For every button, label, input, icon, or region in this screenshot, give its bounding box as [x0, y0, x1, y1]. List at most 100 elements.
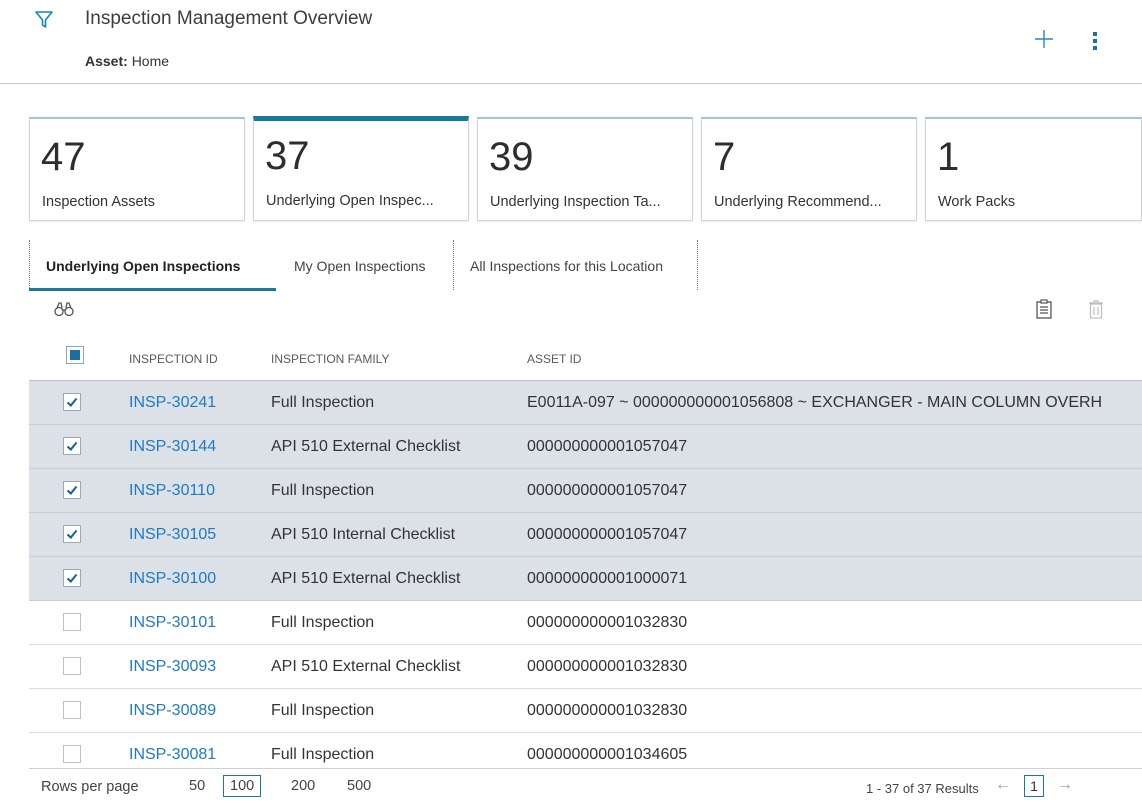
inspection-family-cell: Full Inspection — [271, 394, 375, 411]
card-work-packs[interactable]: 1 Work Packs — [925, 117, 1142, 221]
inspection-family-cell: API 510 External Checklist — [271, 438, 461, 455]
asset-id-cell: 000000000001032830 — [527, 658, 688, 675]
clipboard-icon[interactable] — [1036, 299, 1052, 319]
tab-my-open-inspections[interactable]: My Open Inspections — [294, 238, 426, 290]
card-label: Inspection Assets — [42, 194, 155, 210]
current-page-number[interactable]: 1 — [1024, 775, 1044, 797]
asset-id-cell: 000000000001057047 — [527, 438, 688, 455]
asset-id-cell: 000000000001057047 — [527, 526, 688, 543]
card-label: Work Packs — [938, 194, 1016, 210]
checkmark-icon — [66, 573, 78, 583]
checkmark-icon — [66, 397, 78, 407]
asset-label: Asset: — [85, 53, 128, 69]
card-value: 7 — [713, 135, 736, 179]
find-binoculars-icon[interactable] — [54, 301, 74, 317]
inspection-family-cell: API 510 Internal Checklist — [271, 526, 456, 543]
table-row[interactable]: INSP-30089 Full Inspection 000000000001032… — [29, 689, 1142, 733]
inspection-id-link[interactable]: INSP-30241 — [129, 394, 216, 412]
next-page-arrow-icon[interactable]: → — [1057, 776, 1073, 794]
inspection-id-link[interactable]: INSP-30100 — [129, 570, 216, 588]
inspection-id-link[interactable]: INSP-30089 — [129, 702, 216, 720]
row-checkbox[interactable] — [63, 393, 81, 411]
checkmark-icon — [66, 529, 78, 539]
inspection-family-cell: API 510 External Checklist — [271, 658, 461, 675]
active-tab-indicator — [29, 288, 276, 291]
inspection-family-cell: Full Inspection — [271, 614, 375, 631]
card-inspection-assets[interactable]: 47 Inspection Assets — [29, 117, 245, 221]
summary-cards: 47 Inspection Assets 37 Underlying Open … — [29, 116, 1142, 221]
table-row[interactable]: INSP-30101 Full Inspection 000000000001032… — [29, 601, 1142, 645]
table-body: INSP-30241 Full Inspection E0011A-097 ~ 00… — [29, 381, 1142, 777]
asset-id-cell: 000000000001032830 — [527, 614, 688, 631]
card-underlying-inspection-tasks[interactable]: 39 Underlying Inspection Ta... — [477, 117, 693, 221]
asset-id-cell: 000000000001034605 — [527, 746, 688, 763]
inspection-id-link[interactable]: INSP-30101 — [129, 614, 216, 632]
card-label: Underlying Open Inspec... — [266, 193, 434, 209]
table-row[interactable]: INSP-30144 API 510 External Checklist 0000… — [29, 425, 1142, 469]
card-underlying-recommendations[interactable]: 7 Underlying Recommend... — [701, 117, 917, 221]
select-all-checkbox[interactable] — [66, 346, 84, 364]
asset-id-cell: E0011A-097 ~ 000000000001056808 ~ EXCHAN… — [527, 394, 1103, 411]
row-checkbox[interactable] — [63, 745, 81, 763]
card-value: 37 — [265, 134, 310, 178]
tab-divider — [453, 240, 454, 290]
asset-value: Home — [131, 53, 170, 69]
row-checkbox[interactable] — [63, 525, 81, 543]
tab-divider — [29, 240, 30, 290]
asset-id-cell: 000000000001000071 — [527, 570, 688, 587]
inspection-id-link[interactable]: INSP-30144 — [129, 438, 216, 456]
inspection-id-link[interactable]: INSP-30110 — [129, 482, 215, 500]
card-value: 47 — [41, 135, 86, 179]
filter-icon[interactable] — [35, 11, 53, 29]
add-icon[interactable] — [1032, 27, 1056, 51]
more-options-icon[interactable] — [1085, 30, 1105, 52]
table-row[interactable]: INSP-30110 Full Inspection 000000000001057… — [29, 469, 1142, 513]
card-label: Underlying Inspection Ta... — [490, 194, 661, 210]
page-title: Inspection Management Overview — [85, 8, 373, 29]
card-value: 1 — [937, 135, 960, 179]
checkmark-icon — [66, 441, 78, 451]
row-checkbox[interactable] — [63, 481, 81, 499]
row-checkbox[interactable] — [63, 437, 81, 455]
asset-id-cell: 000000000001032830 — [527, 702, 688, 719]
rows-per-page-option-50[interactable]: 50 — [189, 778, 205, 794]
rows-per-page-option-100[interactable]: 100 — [223, 775, 262, 797]
column-header-inspection-family[interactable]: INSPECTION FAMILY — [271, 352, 389, 366]
delete-icon — [1089, 300, 1103, 319]
asset-breadcrumb: Asset: Home — [85, 53, 169, 69]
tab-underlying-open-inspections[interactable]: Underlying Open Inspections — [46, 238, 240, 290]
column-header-inspection-id[interactable]: INSPECTION ID — [129, 352, 218, 366]
card-underlying-open-inspections[interactable]: 37 Underlying Open Inspec... — [253, 116, 469, 221]
row-checkbox[interactable] — [63, 701, 81, 719]
table-row[interactable]: INSP-30105 API 510 Internal Checklist 0000… — [29, 513, 1142, 557]
inspection-tabs: Underlying Open Inspections My Open Insp… — [29, 238, 729, 292]
inspection-id-link[interactable]: INSP-30105 — [129, 526, 216, 544]
card-value: 39 — [489, 135, 534, 179]
previous-page-arrow-icon[interactable]: ← — [995, 776, 1011, 794]
table-row[interactable]: INSP-30093 API 510 External Checklist 0000… — [29, 645, 1142, 689]
results-count: 1 - 37 of 37 Results — [866, 781, 979, 796]
tab-all-inspections-location[interactable]: All Inspections for this Location — [470, 238, 663, 290]
inspection-family-cell: API 510 External Checklist — [271, 570, 461, 587]
inspection-family-cell: Full Inspection — [271, 482, 375, 499]
card-label: Underlying Recommend... — [714, 194, 882, 210]
inspection-id-link[interactable]: INSP-30093 — [129, 658, 216, 676]
rows-per-page-label: Rows per page — [41, 779, 139, 795]
rows-per-page-option-200[interactable]: 200 — [291, 778, 315, 794]
pagination-bar: Rows per page 50 100 200 500 1 - 37 of 3… — [29, 768, 1142, 805]
inspection-family-cell: Full Inspection — [271, 746, 375, 763]
inspection-id-link[interactable]: INSP-30081 — [129, 746, 216, 764]
column-header-asset-id[interactable]: ASSET ID — [527, 352, 581, 366]
row-checkbox[interactable] — [63, 569, 81, 587]
table-row[interactable]: INSP-30100 API 510 External Checklist 0000… — [29, 557, 1142, 601]
tab-divider — [697, 240, 698, 290]
table-header: INSPECTION ID INSPECTION FAMILY ASSET ID — [29, 337, 1142, 381]
asset-id-cell: 000000000001057047 — [527, 482, 688, 499]
inspection-family-cell: Full Inspection — [271, 702, 375, 719]
page-header: Inspection Management Overview Asset: Ho… — [0, 0, 1142, 84]
table-row[interactable]: INSP-30241 Full Inspection E0011A-097 ~ 00… — [29, 381, 1142, 425]
row-checkbox[interactable] — [63, 613, 81, 631]
row-checkbox[interactable] — [63, 657, 81, 675]
checkmark-icon — [66, 485, 78, 495]
rows-per-page-option-500[interactable]: 500 — [347, 778, 371, 794]
